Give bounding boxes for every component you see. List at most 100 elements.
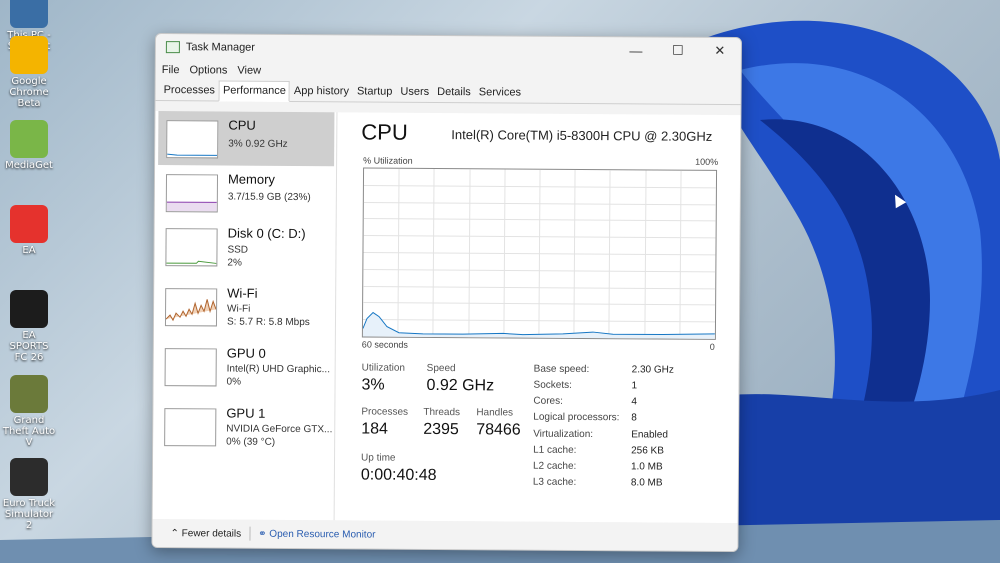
graph-x-right: 0 xyxy=(709,341,715,352)
threads-label: Threads xyxy=(423,406,461,419)
sidebar-item-memory[interactable]: Memory 3.7/15.9 GB (23%) xyxy=(158,165,334,220)
shortcut-label: Grand Theft Auto V xyxy=(2,415,56,448)
detail-value: 4 xyxy=(631,396,638,408)
gpu0-mini-graph xyxy=(164,348,217,387)
detail-key: L2 cache: xyxy=(532,460,577,472)
cpu-detail-panel: CPU Intel(R) Core(TM) i5-8300H CPU @ 2.3… xyxy=(339,112,741,523)
sidebar-item-title: CPU xyxy=(228,117,256,133)
tab-processes[interactable]: Processes xyxy=(160,80,219,100)
maximize-button[interactable]: ☐ xyxy=(657,43,699,59)
shortcut-icon xyxy=(10,205,48,243)
handles-value: 78466 xyxy=(476,421,521,439)
close-button[interactable]: ✕ xyxy=(699,43,741,59)
sidebar-item-gpu0[interactable]: GPU 0 Intel(R) UHD Graphic... 0% xyxy=(156,339,332,394)
tab-users[interactable]: Users xyxy=(396,82,433,102)
sidebar-item-detail: 2% xyxy=(227,257,242,269)
sidebar-item-detail: 3.7/15.9 GB (23%) xyxy=(227,191,311,204)
graph-y-max: 100% xyxy=(695,156,719,167)
sidebar-item-wifi[interactable]: Wi-Fi Wi-Fi S: 5.7 R: 5.8 Mbps xyxy=(157,279,333,334)
desktop-shortcut[interactable]: Google Chrome Beta xyxy=(2,36,56,109)
title-bar[interactable]: Task Manager — ☐ ✕ xyxy=(156,34,741,64)
sidebar-item-detail: 0% (39 °C) xyxy=(226,436,276,448)
chevron-up-icon: ⌃ xyxy=(170,527,179,539)
detail-value: 256 KB xyxy=(631,445,664,457)
sidebar-item-detail: 0% xyxy=(226,376,242,388)
shortcut-icon xyxy=(10,36,48,74)
task-manager-window: Task Manager — ☐ ✕ File Options View Pro… xyxy=(151,33,742,553)
sidebar-item-detail: Wi-Fi xyxy=(227,303,251,315)
graph-x-left: 60 seconds xyxy=(361,339,408,350)
performance-content: CPU 3% 0.92 GHz Memory 3.7/15.9 GB (23%)… xyxy=(152,111,741,524)
sidebar-item-detail: 3% 0.92 GHz xyxy=(228,138,288,150)
desktop-shortcut[interactable]: Euro Truck Simulator 2 xyxy=(2,458,56,531)
disk-mini-graph xyxy=(165,228,218,267)
sidebar-item-detail: S: 5.7 R: 5.8 Mbps xyxy=(226,316,310,329)
detail-key: Logical processors: xyxy=(533,411,620,424)
resource-sidebar: CPU 3% 0.92 GHz Memory 3.7/15.9 GB (23%)… xyxy=(155,111,338,521)
fewer-details-label: Fewer details xyxy=(181,527,242,540)
detail-key: Sockets: xyxy=(533,379,572,391)
uptime-value: 0:00:40:48 xyxy=(360,466,437,484)
minimize-button[interactable]: — xyxy=(615,43,657,58)
cpu-mini-graph xyxy=(166,120,219,159)
detail-value: 2.30 GHz xyxy=(631,364,674,376)
menu-view[interactable]: View xyxy=(237,65,261,77)
shortcut-label: EA xyxy=(22,245,36,256)
detail-value: Enabled xyxy=(631,429,668,441)
processes-label: Processes xyxy=(361,406,409,418)
detail-key: Cores: xyxy=(533,395,563,407)
shortcut-icon xyxy=(10,120,48,158)
sidebar-item-disk[interactable]: Disk 0 (C: D:) SSD 2% xyxy=(157,219,333,274)
threads-value: 2395 xyxy=(423,420,459,439)
speed-label: Speed xyxy=(426,362,456,375)
desktop-shortcut[interactable]: EA SPORTS FC 26 xyxy=(2,290,56,363)
detail-value: 8.0 MB xyxy=(630,477,663,489)
footer-divider xyxy=(249,526,251,541)
wifi-mini-graph xyxy=(164,288,218,327)
desktop-shortcut[interactable]: MediaGet xyxy=(2,120,56,171)
tab-details[interactable]: Details xyxy=(433,82,475,102)
utilization-value: 3% xyxy=(361,376,385,394)
resource-monitor-icon: ⚭ xyxy=(258,528,267,540)
shortcut-icon xyxy=(10,375,48,413)
sidebar-item-detail: SSD xyxy=(227,244,249,256)
detail-value: 1 xyxy=(631,380,638,392)
tab-services[interactable]: Services xyxy=(475,82,525,102)
memory-mini-graph xyxy=(165,174,219,213)
shortcut-label: EA SPORTS FC 26 xyxy=(9,330,49,363)
detail-value: 8 xyxy=(631,412,637,424)
tab-performance[interactable]: Performance xyxy=(218,80,291,102)
shortcut-label: Euro Truck Simulator 2 xyxy=(2,498,56,531)
panel-title: CPU xyxy=(361,119,408,145)
cpu-model-name: Intel(R) Core(TM) i5-8300H CPU @ 2.30GHz xyxy=(451,127,713,144)
desktop-shortcut[interactable]: EA xyxy=(2,205,56,256)
tab-app-history[interactable]: App history xyxy=(290,81,353,101)
sidebar-item-detail: Intel(R) UHD Graphic... xyxy=(226,363,331,376)
utilization-label: Utilization xyxy=(361,362,406,374)
menu-file[interactable]: File xyxy=(162,64,180,76)
task-manager-icon xyxy=(165,41,180,54)
graph-y-label: % Utilization xyxy=(363,155,413,166)
tab-strip: Processes Performance App history Startu… xyxy=(155,80,741,106)
sidebar-item-title: GPU 1 xyxy=(226,405,266,421)
open-resource-monitor-link[interactable]: ⚭ Open Resource Monitor xyxy=(258,528,375,540)
cpu-utilization-graph xyxy=(361,167,718,340)
speed-value: 0.92 GHz xyxy=(426,376,495,395)
window-title: Task Manager xyxy=(185,41,256,54)
sidebar-item-cpu[interactable]: CPU 3% 0.92 GHz xyxy=(158,111,335,167)
detail-value: 1.0 MB xyxy=(630,461,663,473)
fewer-details-button[interactable]: ⌃ Fewer details xyxy=(170,528,241,539)
footer-bar: ⌃ Fewer details ⚭ Open Resource Monitor xyxy=(152,518,738,552)
desktop-shortcut[interactable]: Grand Theft Auto V xyxy=(2,375,56,448)
shortcut-label: Google Chrome Beta xyxy=(9,76,49,109)
sidebar-item-detail: NVIDIA GeForce GTX... xyxy=(226,423,333,436)
shortcut-label: MediaGet xyxy=(5,160,53,171)
detail-key: Base speed: xyxy=(533,363,590,376)
processes-value: 184 xyxy=(361,420,389,438)
sidebar-item-title: GPU 0 xyxy=(226,345,266,361)
shortcut-icon xyxy=(10,0,48,28)
open-resource-monitor-label: Open Resource Monitor xyxy=(269,528,376,541)
menu-options[interactable]: Options xyxy=(189,64,227,76)
sidebar-item-gpu1[interactable]: GPU 1 NVIDIA GeForce GTX... 0% (39 °C) xyxy=(156,399,332,454)
tab-startup[interactable]: Startup xyxy=(353,81,397,101)
